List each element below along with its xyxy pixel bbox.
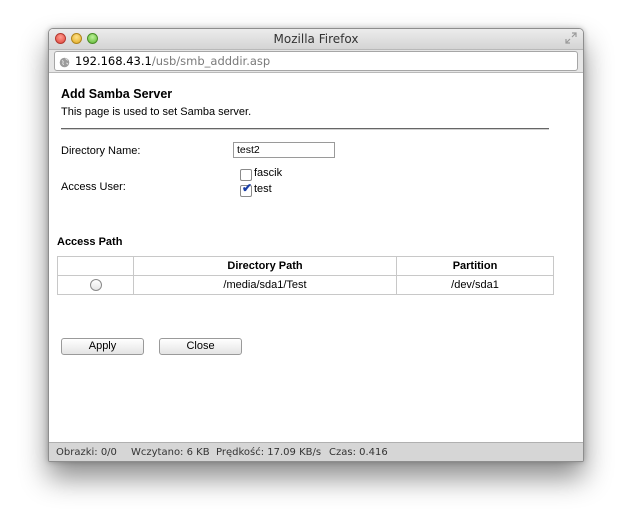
navigation-bar: 192.168.43.1/usb/smb_adddir.asp bbox=[49, 50, 583, 73]
page-content: Add Samba Server This page is used to se… bbox=[49, 73, 583, 441]
close-button[interactable]: Close bbox=[159, 338, 242, 355]
user-checkbox-test[interactable]: ✔ bbox=[240, 181, 253, 197]
browser-window: Mozilla Firefox 192.168.43.1/usb/smb_add… bbox=[48, 28, 584, 462]
table-cell-select bbox=[57, 275, 134, 295]
page-title: Add Samba Server bbox=[61, 87, 173, 101]
checkmark-icon: ✔ bbox=[242, 181, 253, 195]
status-bar: Obrazki: 0/0 Wczytano: 6 KB Prędkość: 17… bbox=[49, 442, 583, 461]
path-radio-button[interactable] bbox=[89, 279, 102, 292]
page-description: This page is used to set Samba server. bbox=[61, 106, 252, 118]
table-header-select bbox=[57, 256, 134, 276]
status-time: Czas: 0.416 bbox=[329, 447, 388, 458]
title-bar: Mozilla Firefox bbox=[49, 29, 583, 50]
table-header-partition: Partition bbox=[396, 256, 554, 276]
apply-button[interactable]: Apply bbox=[61, 338, 144, 355]
table-header-row: Directory Path Partition bbox=[57, 256, 554, 276]
user-label-fascik: fascik bbox=[254, 167, 283, 179]
table-row: /media/sda1/Test /dev/sda1 bbox=[57, 275, 554, 295]
access-path-heading: Access Path bbox=[57, 236, 123, 248]
window-title: Mozilla Firefox bbox=[273, 32, 359, 46]
user-checkbox-fascik[interactable] bbox=[240, 169, 252, 181]
status-loaded: Wczytano: 6 KB bbox=[131, 447, 210, 458]
fullscreen-icon[interactable] bbox=[565, 32, 577, 44]
url-text: 192.168.43.1/usb/smb_adddir.asp bbox=[75, 54, 271, 68]
status-speed: Prędkość: 17.09 KB/s bbox=[216, 447, 322, 458]
status-images: Obrazki: 0/0 bbox=[56, 447, 117, 458]
directory-name-input[interactable] bbox=[233, 142, 335, 158]
table-cell-directory-path: /media/sda1/Test bbox=[133, 275, 397, 295]
user-label-test: test bbox=[254, 183, 272, 195]
access-user-label: Access User: bbox=[61, 181, 126, 193]
address-bar[interactable]: 192.168.43.1/usb/smb_adddir.asp bbox=[54, 51, 578, 71]
table-cell-partition: /dev/sda1 bbox=[396, 275, 554, 295]
access-path-table: Directory Path Partition /media/sda1/Tes… bbox=[57, 256, 554, 295]
table-header-directory-path: Directory Path bbox=[133, 256, 397, 276]
globe-icon bbox=[59, 55, 70, 68]
directory-name-label: Directory Name: bbox=[61, 145, 141, 157]
divider bbox=[61, 128, 549, 130]
